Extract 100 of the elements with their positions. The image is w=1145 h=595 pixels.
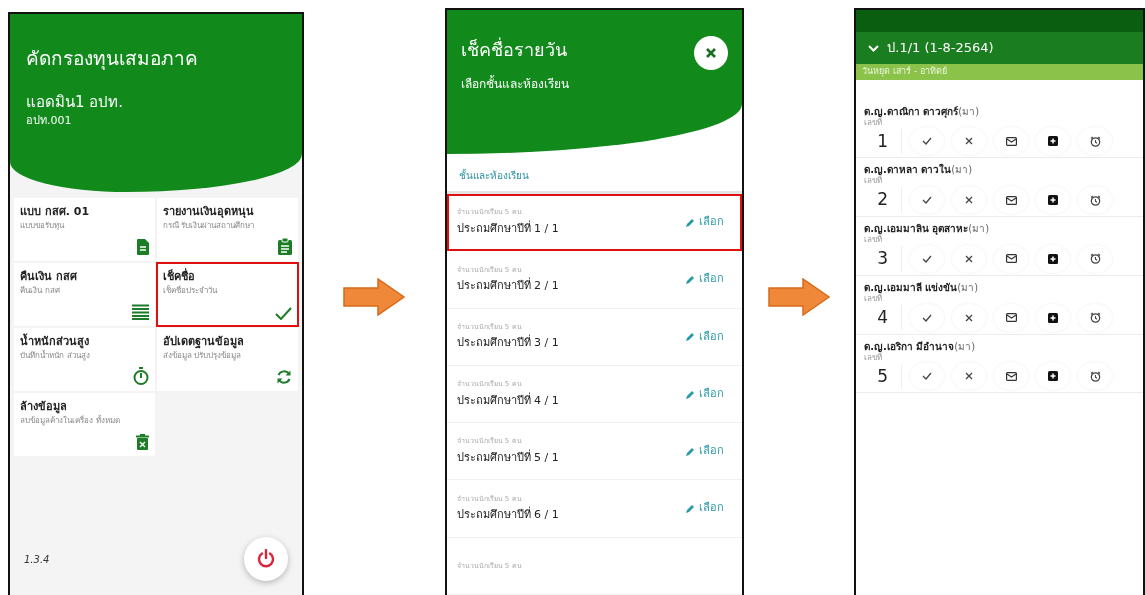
plus-square-icon [1048, 312, 1059, 323]
student-number: 4 [864, 304, 903, 331]
check-icon [922, 313, 933, 322]
class-name: ประถมศึกษาปีที่ 6 / 1 [456, 507, 559, 524]
tile-title: น้ำหนักส่วนสูง [20, 334, 90, 350]
class-name: ประถมศึกษาปีที่ 5 / 1 [456, 449, 559, 466]
tile-title: อัปเดตฐานข้อมูล [162, 334, 245, 351]
sync-icon [275, 369, 292, 385]
student-number: 1 [864, 128, 903, 155]
select-button[interactable]: เลือก [678, 328, 733, 346]
menu-tile[interactable]: คืนเงิน กสศ คืนเงิน กสศ [14, 263, 155, 326]
app-title: คัดกรองทุนเสมอภาค [26, 46, 199, 72]
clipboard-icon [277, 238, 292, 255]
student-number: 5 [864, 363, 903, 390]
check-icon [274, 307, 292, 320]
pencil-icon [686, 275, 696, 285]
late-button[interactable] [1078, 303, 1113, 332]
number-label: เลขที่ [864, 118, 884, 128]
tile-subtitle: บันทึกน้ำหนัก ส่วนสูง [20, 350, 91, 361]
class-name: ประถมศึกษาปีที่ 1 / 1 [456, 220, 559, 237]
pencil-icon [686, 446, 696, 456]
late-button[interactable] [1078, 362, 1113, 391]
class-name: ประถมศึกษาปีที่ 2 / 1 [456, 278, 559, 295]
mail-button[interactable] [994, 303, 1029, 332]
late-button[interactable] [1078, 244, 1113, 273]
select-button[interactable]: เลือก [678, 385, 733, 403]
select-button[interactable]: เลือก [678, 214, 733, 231]
plus-square-icon [1048, 253, 1059, 264]
power-button[interactable] [243, 537, 288, 581]
sick-button[interactable] [1036, 127, 1071, 156]
close-button[interactable] [694, 36, 729, 70]
envelope-icon [1005, 313, 1017, 323]
tile-subtitle: แบบขอรับทุน [20, 220, 66, 231]
close-icon [705, 47, 718, 59]
select-button[interactable]: เลือก [678, 271, 733, 288]
mail-button[interactable] [994, 127, 1029, 156]
document-icon [136, 239, 149, 255]
menu-tile[interactable]: รายงานเงินอุดหนุน กรณี รับเงินผ่านสถานศึกษา [156, 198, 298, 261]
close-icon [965, 372, 974, 381]
chevron-down-icon [868, 44, 880, 52]
sick-button[interactable] [1036, 303, 1071, 332]
section-label: ชั้นและห้องเรียน [446, 154, 743, 195]
menu-tile[interactable]: น้ำหนักส่วนสูง บันทึกน้ำหนัก ส่วนสูง [14, 328, 155, 391]
student-name: ด.ญ.เอริกา มีอำนาจ(มา) [864, 339, 977, 352]
sick-button[interactable] [1036, 362, 1071, 391]
pencil-icon [686, 504, 696, 514]
alarm-clock-icon [1089, 312, 1101, 324]
power-icon [255, 549, 276, 569]
alarm-clock-icon [1089, 253, 1101, 265]
plus-square-icon [1048, 195, 1059, 206]
screen-title: เช็คชื่อรายวัน [460, 36, 568, 62]
tile-subtitle: กรณี รับเงินผ่านสถานศึกษา [162, 220, 256, 231]
mail-button[interactable] [994, 244, 1029, 273]
envelope-icon [1005, 195, 1017, 205]
stopwatch-icon [132, 367, 149, 385]
student-name: ด.ญ.ดาหลา ดาวใน(มา) [864, 162, 974, 176]
student-name: ด.ญ.เอมมาลี แข่งขัน(มา) [864, 280, 980, 293]
pencil-icon [686, 332, 696, 342]
late-button[interactable] [1078, 127, 1113, 156]
sick-button[interactable] [1036, 244, 1071, 273]
alarm-clock-icon [1089, 194, 1101, 206]
tile-title: คืนเงิน กสศ [20, 269, 78, 285]
menu-tile[interactable]: อัปเดตฐานข้อมูล ส่งข้อมูล ปรับปรุงข้อมูล [156, 328, 298, 391]
check-icon [922, 254, 933, 263]
list-icon [131, 304, 149, 320]
student-name: ด.ญ.เอมมาลิน อุตสาหะ(มา) [864, 222, 991, 235]
number-label: เลขที่ [864, 294, 884, 304]
tile-title: เช็คชื่อ [162, 269, 196, 285]
close-icon [965, 254, 974, 263]
late-button[interactable] [1078, 186, 1113, 215]
version-text: 1.3.4 [24, 552, 50, 567]
mail-button[interactable] [994, 186, 1029, 215]
pencil-icon [686, 217, 696, 227]
screen-subtitle: เลือกชั้นและห้องเรียน [460, 75, 569, 93]
tile-title: รายงานเงินอุดหนุน [162, 204, 255, 220]
menu-tile[interactable]: เช็คชื่อ เช็คชื่อประจำวัน [156, 263, 298, 326]
trash-icon [135, 434, 149, 450]
mail-button[interactable] [994, 362, 1029, 391]
check-icon [922, 137, 933, 146]
student-name: ด.ญ.ดาณิกา ดาวศุกร์(มา) [864, 104, 981, 118]
tile-subtitle: คืนเงิน กสศ [20, 285, 61, 296]
arrow-icon [768, 278, 831, 316]
student-number: 2 [864, 187, 903, 213]
tile-subtitle: ลบข้อมูลค้างในเครื่อง ทั้งหมด [20, 415, 121, 426]
number-label: เลขที่ [864, 236, 884, 245]
menu-tile[interactable]: แบบ กสศ. 01 แบบขอรับทุน [14, 198, 155, 261]
select-button[interactable]: เลือก [678, 443, 733, 460]
menu-tile[interactable]: ล้างข้อมูล ลบข้อมูลค้างในเครื่อง ทั้งหมด [14, 393, 155, 456]
class-date-title: ป.1/1 (1-8-2564) [887, 39, 994, 58]
plus-square-icon [1048, 136, 1059, 147]
select-button[interactable]: เลือก [678, 500, 733, 517]
number-label: เลขที่ [864, 177, 884, 187]
tile-subtitle: ส่งข้อมูล ปรับปรุงข้อมูล [162, 350, 243, 361]
envelope-icon [1005, 372, 1017, 381]
sick-button[interactable] [1036, 186, 1071, 215]
arrow-icon [343, 278, 406, 316]
class-name: ประถมศึกษาปีที่ 4 / 1 [456, 392, 559, 409]
organization-code: อปท.001 [26, 113, 73, 129]
class-header[interactable]: ป.1/1 (1-8-2564) [856, 32, 1143, 64]
tile-subtitle: เช็คชื่อประจำวัน [162, 285, 219, 296]
